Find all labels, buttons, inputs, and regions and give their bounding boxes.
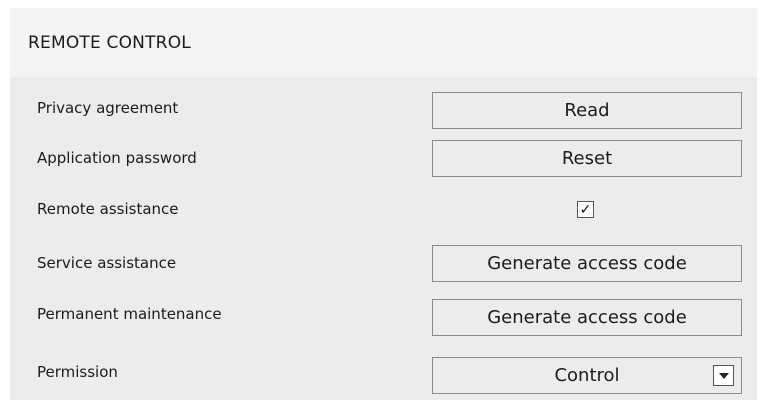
- permission-selected-value: Control: [554, 365, 620, 386]
- reset-password-button[interactable]: Reset: [432, 140, 742, 177]
- panel-title: REMOTE CONTROL: [28, 33, 191, 53]
- remote-assistance-label: Remote assistance: [37, 200, 179, 218]
- permission-label: Permission: [37, 363, 118, 381]
- remote-assistance-checkbox[interactable]: ✓: [577, 201, 594, 218]
- permanent-maintenance-label: Permanent maintenance: [37, 305, 222, 323]
- application-password-label: Application password: [37, 149, 197, 167]
- panel-header: REMOTE CONTROL: [10, 8, 757, 77]
- read-privacy-button[interactable]: Read: [432, 92, 742, 129]
- permission-select[interactable]: Control: [432, 357, 742, 394]
- service-assistance-label: Service assistance: [37, 254, 177, 272]
- remote-control-panel: REMOTE CONTROL Privacy agreement Read Ap…: [10, 8, 757, 400]
- maintenance-generate-access-code-button[interactable]: Generate access code: [432, 299, 742, 336]
- chevron-down-icon[interactable]: [713, 365, 734, 386]
- service-generate-access-code-button[interactable]: Generate access code: [432, 245, 742, 282]
- dropdown-triangle: [718, 372, 729, 379]
- privacy-agreement-label: Privacy agreement: [37, 99, 179, 117]
- checkmark-icon: ✓: [579, 201, 592, 218]
